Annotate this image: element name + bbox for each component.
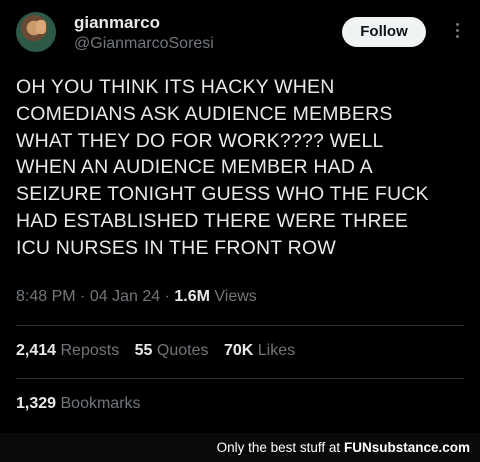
likes-label: Likes <box>257 342 296 359</box>
views-count: 1.6M <box>174 288 210 305</box>
avatar-hand <box>36 20 46 34</box>
quotes-count: 55 <box>134 342 153 359</box>
tweet-line: SEIZURE TONIGHT GUESS WHO THE FUCK <box>16 183 429 206</box>
bookmarks-label: Bookmarks <box>60 395 141 412</box>
author-name[interactable]: gianmarco <box>74 13 160 33</box>
likes-stat[interactable]: 70K Likes <box>224 342 295 359</box>
tweet-time[interactable]: 8:48 PM <box>16 288 76 305</box>
author-handle[interactable]: @GianmarcoSoresi <box>74 35 214 53</box>
tweet-meta: 8:48 PM · 04 Jan 24 · 1.6M Views <box>16 288 257 306</box>
reposts-label: Reposts <box>60 342 120 359</box>
watermark-footer: Only the best stuff at FUNsubstance.com <box>0 433 480 462</box>
meta-separator: · <box>164 288 170 305</box>
footer-brand: FUNsubstance.com <box>343 440 470 455</box>
tweet-line: HAD ESTABLISHED THERE WERE THREE <box>16 209 409 232</box>
quotes-label: Quotes <box>156 342 209 359</box>
tweet-line: WHEN AN AUDIENCE MEMBER HAD A <box>16 156 373 179</box>
footer-text: Only the best stuff at <box>216 440 341 455</box>
divider <box>16 378 464 379</box>
tweet-line: WHAT THEY DO FOR WORK???? WELL <box>16 129 384 152</box>
bookmarks-stat[interactable]: 1,329 Bookmarks <box>16 395 141 413</box>
reposts-count: 2,414 <box>16 342 57 359</box>
tweet-text: OH YOU THINK ITS HACKY WHEN COMEDIANS AS… <box>16 74 474 262</box>
tweet-date[interactable]: 04 Jan 24 <box>90 288 160 305</box>
tweet-line: OH YOU THINK ITS HACKY WHEN <box>16 76 335 98</box>
reposts-stat[interactable]: 2,414 Reposts <box>16 342 119 359</box>
views-label: Views <box>214 288 257 305</box>
divider <box>16 325 464 326</box>
avatar[interactable] <box>16 12 56 52</box>
likes-count: 70K <box>223 342 254 359</box>
meta-separator: · <box>80 288 86 305</box>
engagement-stats: 2,414 Reposts 55 Quotes 70K Likes <box>16 342 306 360</box>
bookmarks-count: 1,329 <box>16 395 57 412</box>
tweet-line: COMEDIANS ASK AUDIENCE MEMBERS <box>16 102 393 125</box>
follow-button[interactable]: Follow <box>342 17 426 47</box>
tweet-line: ICU NURSES IN THE FRONT ROW <box>16 236 336 259</box>
more-options-icon[interactable] <box>449 20 465 40</box>
quotes-stat[interactable]: 55 Quotes <box>135 342 209 359</box>
